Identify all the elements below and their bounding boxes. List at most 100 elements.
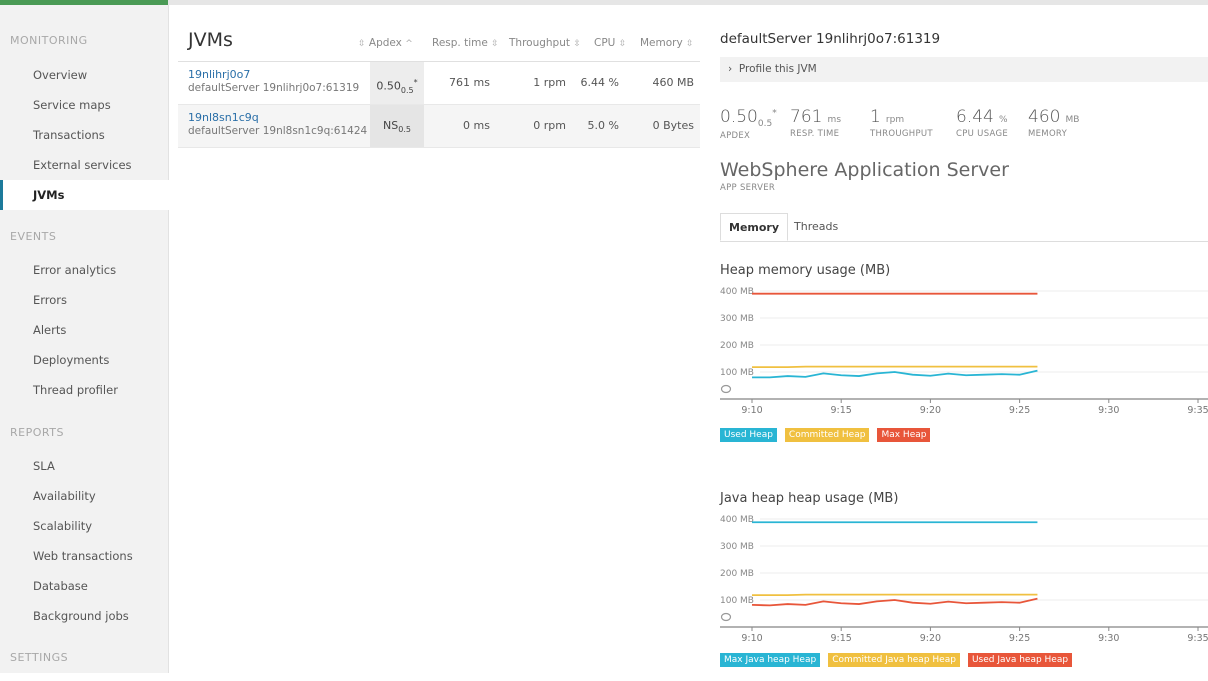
col-apdex-label: Apdex: [368, 37, 402, 49]
x-tick-label: 9:30: [1098, 405, 1119, 416]
sidebar-item-sla[interactable]: SLA: [0, 451, 168, 481]
sidebar-item-errors[interactable]: Errors: [0, 285, 168, 315]
x-tick-label: 9:15: [831, 405, 852, 416]
x-tick-label: 9:20: [920, 405, 941, 416]
jvm-server: defaultServer 19nl8sn1c9q:61424: [188, 125, 368, 137]
jvm-link[interactable]: 19nlihrj0o7: [188, 68, 250, 81]
section-events: EVENTS: [10, 230, 57, 243]
server-kind: APP SERVER: [720, 183, 776, 193]
col-cpu-label: CPU: [594, 37, 616, 49]
x-tick-label: 9:25: [1009, 405, 1030, 416]
metric-resp-time: 761 ms RESP. TIME: [790, 107, 841, 139]
col-resp-time[interactable]: Resp. time ⇳: [432, 37, 499, 49]
x-tick-label: 9:10: [741, 633, 762, 644]
heap-memory-chart: Heap memory usage (MB) 400 MB 300 MB 200 M…: [720, 263, 1208, 453]
sidebar-item-service-maps[interactable]: Service maps: [0, 90, 168, 120]
java-heap-chart: Java heap heap usage (MB) 400 MB 300 MB 20…: [720, 491, 1208, 681]
reset-zoom-icon: [720, 612, 732, 622]
col-resp-time-label: Resp. time: [432, 37, 488, 49]
sidebar-item-database[interactable]: Database: [0, 571, 168, 601]
detail-tabs: Memory Threads: [720, 213, 1208, 242]
table-row[interactable]: 19nlihrj0o7 defaultServer 19nlihrj0o7:61…: [178, 62, 700, 105]
y-tick-label: 400 MB: [720, 515, 754, 525]
apdex-star: *: [413, 78, 418, 87]
metric-value: 0.50: [720, 107, 758, 127]
profile-jvm-row[interactable]: › Profile this JVM: [720, 57, 1208, 82]
metric-value: 1: [870, 107, 881, 127]
sort-icon: ⇳: [618, 39, 627, 49]
sort-icon: ⇳: [573, 39, 581, 49]
metric-value: 761: [790, 107, 823, 127]
apdex-value: NS: [383, 119, 399, 132]
metric-value: 6.44: [956, 107, 994, 127]
metric-label: MEMORY: [1028, 129, 1068, 139]
metric-cpu-usage: 6.44 % CPU USAGE: [956, 107, 1008, 139]
top-border: [0, 0, 1208, 5]
sidebar-item-error-analytics[interactable]: Error analytics: [0, 255, 168, 285]
chart-title: Heap memory usage (MB): [720, 263, 891, 278]
sidebar-item-overview[interactable]: Overview: [0, 60, 168, 90]
chart-title: Java heap heap usage (MB): [720, 491, 899, 506]
metric-throughput: 1 rpm THROUGHPUT: [870, 107, 933, 139]
sidebar-item-external-services[interactable]: External services: [0, 150, 168, 180]
metric-unit: %: [998, 115, 1008, 125]
col-memory[interactable]: Memory ⇳: [640, 37, 694, 49]
legend-used-java-heap[interactable]: Used Java heap Heap: [967, 653, 1073, 667]
server-name: WebSphere Application Server: [720, 159, 1009, 181]
legend-used-heap[interactable]: Used Heap: [720, 428, 777, 442]
legend-max-java-heap[interactable]: Max Java heap Heap: [720, 653, 821, 667]
chart-legend: Max Java heap Heap Committed Java heap H…: [720, 653, 1073, 667]
table-header: JVMs ⇳ Apdex ^ Resp. time ⇳ Throughput ⇳…: [178, 25, 700, 62]
jvm-link[interactable]: 19nl8sn1c9q: [188, 111, 259, 124]
sidebar-item-thread-profiler[interactable]: Thread profiler: [0, 375, 168, 405]
tab-memory[interactable]: Memory: [720, 213, 789, 241]
apdex-t: 0.5: [398, 125, 411, 135]
y-tick-label: 200 MB: [720, 569, 754, 579]
sidebar-item-alerts[interactable]: Alerts: [0, 315, 168, 345]
table-row[interactable]: 19nl8sn1c9q defaultServer 19nl8sn1c9q:61…: [178, 105, 700, 148]
legend-committed-heap[interactable]: Committed Heap: [784, 428, 870, 442]
series-line-committed-heap: [752, 365, 1038, 369]
cpu-cell: 6.44 %: [580, 76, 619, 89]
apdex-cell: NS0.5: [370, 105, 424, 147]
x-tick-label: 9:35: [1187, 633, 1208, 644]
chart-legend: Used Heap Committed Heap Max Heap: [720, 428, 931, 442]
sidebar-item-scalability[interactable]: Scalability: [0, 511, 168, 541]
reset-zoom-icon: [720, 384, 732, 394]
col-cpu[interactable]: CPU ⇳: [594, 37, 626, 49]
y-tick-label: 300 MB: [720, 542, 754, 552]
metric-label: CPU USAGE: [956, 129, 1009, 139]
memory-cell: 0 Bytes: [652, 119, 694, 132]
y-tick-label: 100 MB: [720, 596, 754, 606]
col-throughput[interactable]: Throughput ⇳: [509, 37, 581, 49]
throughput-cell: 1 rpm: [533, 76, 566, 89]
sort-icon: ⇳: [686, 39, 694, 49]
metric-label: APDEX: [720, 131, 751, 142]
col-apdex[interactable]: ⇳ Apdex ^: [358, 37, 413, 49]
detail-title: defaultServer 19nlihrj0o7:61319: [720, 31, 941, 47]
section-settings: SETTINGS: [10, 651, 69, 664]
sidebar-item-background-jobs[interactable]: Background jobs: [0, 601, 168, 631]
sidebar-item-availability[interactable]: Availability: [0, 481, 168, 511]
y-tick-label: 100 MB: [720, 368, 754, 378]
metric-unit: ms: [827, 115, 842, 125]
tab-threads[interactable]: Threads: [786, 213, 846, 241]
metric-sub: 0.5: [757, 119, 773, 130]
sidebar-item-deployments[interactable]: Deployments: [0, 345, 168, 375]
profile-jvm-link[interactable]: Profile this JVM: [739, 63, 817, 75]
metric-apdex: 0.500.5* APDEX: [720, 107, 777, 141]
sidebar-item-transactions[interactable]: Transactions: [0, 120, 168, 150]
x-tick-label: 9:10: [741, 405, 762, 416]
sidebar: MONITORING Overview Service maps Transac…: [0, 5, 169, 673]
col-throughput-label: Throughput: [509, 37, 570, 49]
y-tick-label: 400 MB: [720, 287, 754, 297]
sidebar-item-web-transactions[interactable]: Web transactions: [0, 541, 168, 571]
legend-committed-java-heap[interactable]: Committed Java heap Heap: [828, 653, 960, 667]
legend-max-heap[interactable]: Max Heap: [877, 428, 931, 442]
metric-memory: 460 MB MEMORY: [1028, 107, 1080, 139]
x-tick-label: 9:25: [1009, 633, 1030, 644]
y-tick-label: 300 MB: [720, 314, 754, 324]
apdex-cell: 0.500.5*: [370, 62, 424, 104]
sidebar-item-jvms[interactable]: JVMs: [0, 180, 169, 210]
x-tick-label: 9:20: [920, 633, 941, 644]
